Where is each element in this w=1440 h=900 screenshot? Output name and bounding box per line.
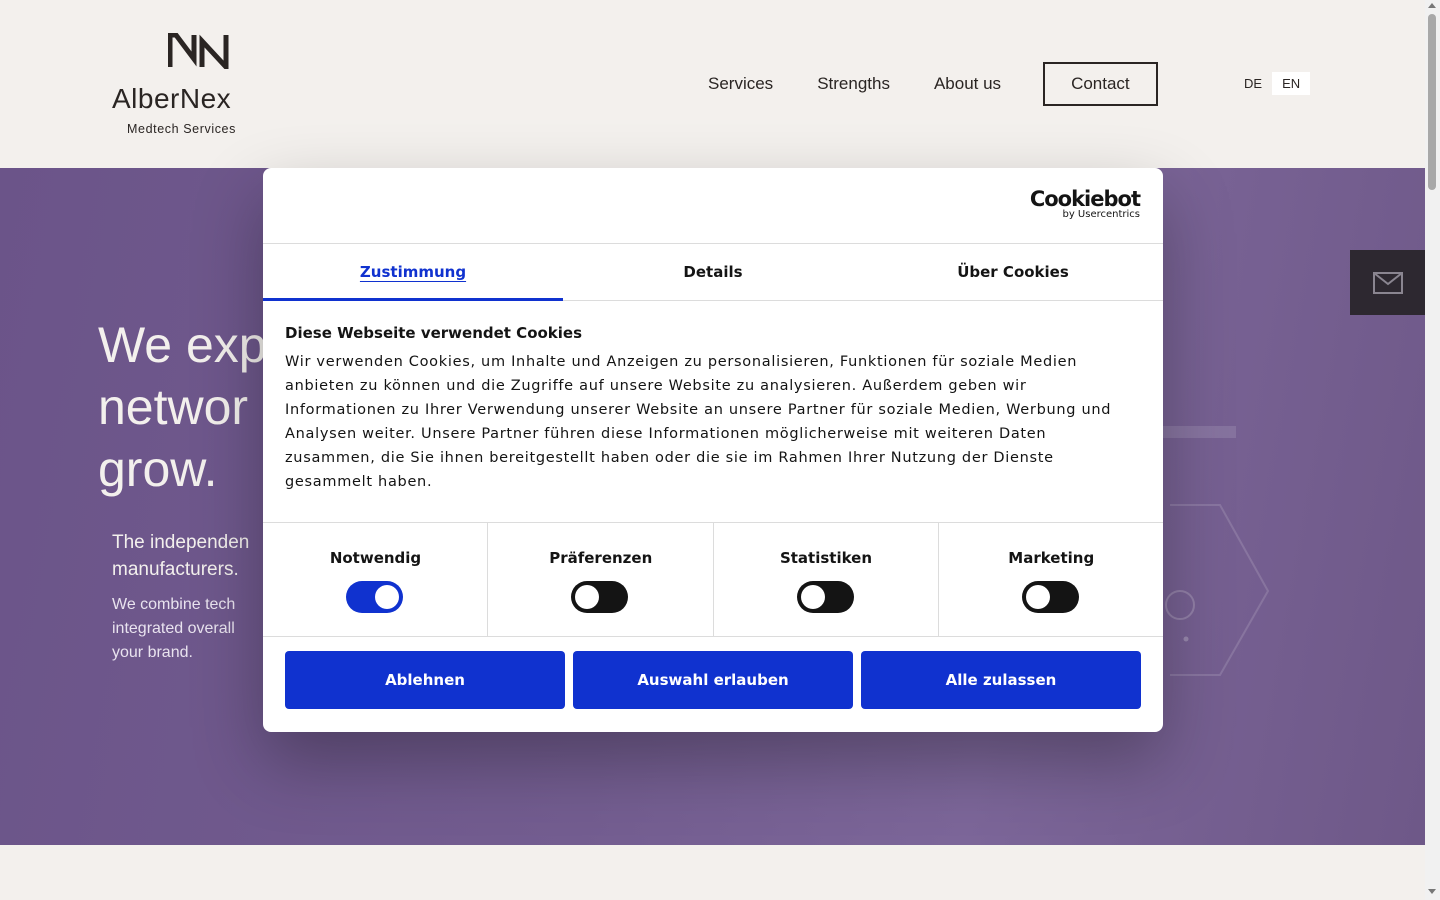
scroll-up-arrow-icon[interactable] <box>1428 3 1436 8</box>
cookie-description-line: Wir verwenden Cookies, um Inhalte und An… <box>285 354 1078 370</box>
deny-button[interactable]: Ablehnen <box>285 651 565 709</box>
toggle-statistics[interactable] <box>796 581 854 613</box>
hero-lead-line: manufacturers. <box>112 559 239 580</box>
allow-all-button[interactable]: Alle zulassen <box>861 651 1141 709</box>
cookie-description: Wir verwenden Cookies, um Inhalte und An… <box>285 350 1135 494</box>
nav-contact-button[interactable]: Contact <box>1043 62 1158 106</box>
toggle-knob <box>800 585 825 609</box>
cookie-tabs: Zustimmung Details Über Cookies <box>263 243 1163 301</box>
tab-consent[interactable]: Zustimmung <box>263 243 563 301</box>
nav-services[interactable]: Services <box>708 74 773 94</box>
scroll-down-arrow-icon[interactable] <box>1428 889 1436 894</box>
cookie-heading: Diese Webseite verwendet Cookies <box>285 324 583 342</box>
hero-body-line: your brand. <box>112 644 193 661</box>
lang-de[interactable]: DE <box>1234 72 1272 95</box>
cookie-dialog-header: Cookiebot by Usercentrics <box>263 168 1163 244</box>
side-contact-button[interactable] <box>1350 250 1425 315</box>
logo-name: AlberNex <box>112 83 232 114</box>
logo-tagline: Medtech Services <box>127 122 236 136</box>
cookie-dialog-body: Diese Webseite verwendet Cookies Wir ver… <box>285 324 1135 494</box>
hero-body-line: We combine tech <box>112 596 236 613</box>
lang-en[interactable]: EN <box>1272 72 1311 95</box>
mail-icon <box>1372 271 1403 294</box>
cookie-actions: Ablehnen Auswahl erlauben Alle zulassen <box>285 651 1141 709</box>
hero-title-line: grow. <box>98 441 218 497</box>
nav-strengths[interactable]: Strengths <box>817 74 890 94</box>
cookie-description-line: Analysen weiter. Unsere Partner führen d… <box>285 426 1047 442</box>
tab-details[interactable]: Details <box>563 243 863 300</box>
toggle-necessary[interactable] <box>346 581 403 613</box>
logo-mark-icon <box>168 33 229 69</box>
main-nav: Services Strengths About us Contact <box>708 62 1158 106</box>
decorative-bar <box>1160 426 1236 438</box>
consent-label-necessary: Notwendig <box>329 549 422 567</box>
toggle-preferences[interactable] <box>571 581 629 613</box>
cookiebot-brand: Cookiebot <box>1029 187 1141 211</box>
consent-label-statistics: Statistiken <box>779 549 873 567</box>
logo[interactable]: AlberNex Medtech Services <box>112 33 292 143</box>
consent-statistics: Statistiken <box>714 523 939 636</box>
consent-categories: Notwendig Präferenzen Statistiken Market… <box>263 522 1163 637</box>
cookie-description-line: gesammelt haben. <box>285 474 433 490</box>
consent-label-marketing: Marketing <box>1008 549 1095 567</box>
hero-title-line: networ <box>98 379 249 435</box>
cookie-description-line: Informationen zu Ihrer Verwendung unsere… <box>285 402 1112 418</box>
toggle-knob <box>1025 585 1050 609</box>
hero-title-line: We exp <box>98 317 267 373</box>
consent-label-preferences: Präferenzen <box>549 549 653 567</box>
toggle-marketing[interactable] <box>1021 581 1079 613</box>
cookie-description-line: zusammen, die Sie ihnen bereitgestellt h… <box>285 450 1054 466</box>
consent-necessary: Notwendig <box>263 523 489 636</box>
allow-selection-button[interactable]: Auswahl erlauben <box>573 651 853 709</box>
hero-lead-line: The independen <box>112 532 250 553</box>
hero-body-line: integrated overall <box>112 620 235 637</box>
nav-about[interactable]: About us <box>934 74 1001 94</box>
scrollbar-thumb[interactable] <box>1428 14 1436 190</box>
scrollbar[interactable] <box>1425 0 1440 900</box>
language-switcher: DE EN <box>1234 72 1311 95</box>
consent-preferences: Präferenzen <box>488 523 714 636</box>
cookiebot-logo: Cookiebot by Usercentrics <box>1029 187 1141 221</box>
consent-marketing: Marketing <box>939 523 1163 636</box>
cookie-consent-dialog: Cookiebot by Usercentrics Zustimmung Det… <box>263 168 1163 732</box>
cookie-description-line: anbieten zu können und die Zugriffe auf … <box>285 378 1027 394</box>
tab-about-cookies[interactable]: Über Cookies <box>863 243 1163 300</box>
toggle-knob <box>375 585 399 609</box>
toggle-knob <box>575 585 600 609</box>
site-header: AlberNex Medtech Services Services Stren… <box>0 0 1425 168</box>
page: AlberNex Medtech Services Services Stren… <box>0 0 1425 900</box>
